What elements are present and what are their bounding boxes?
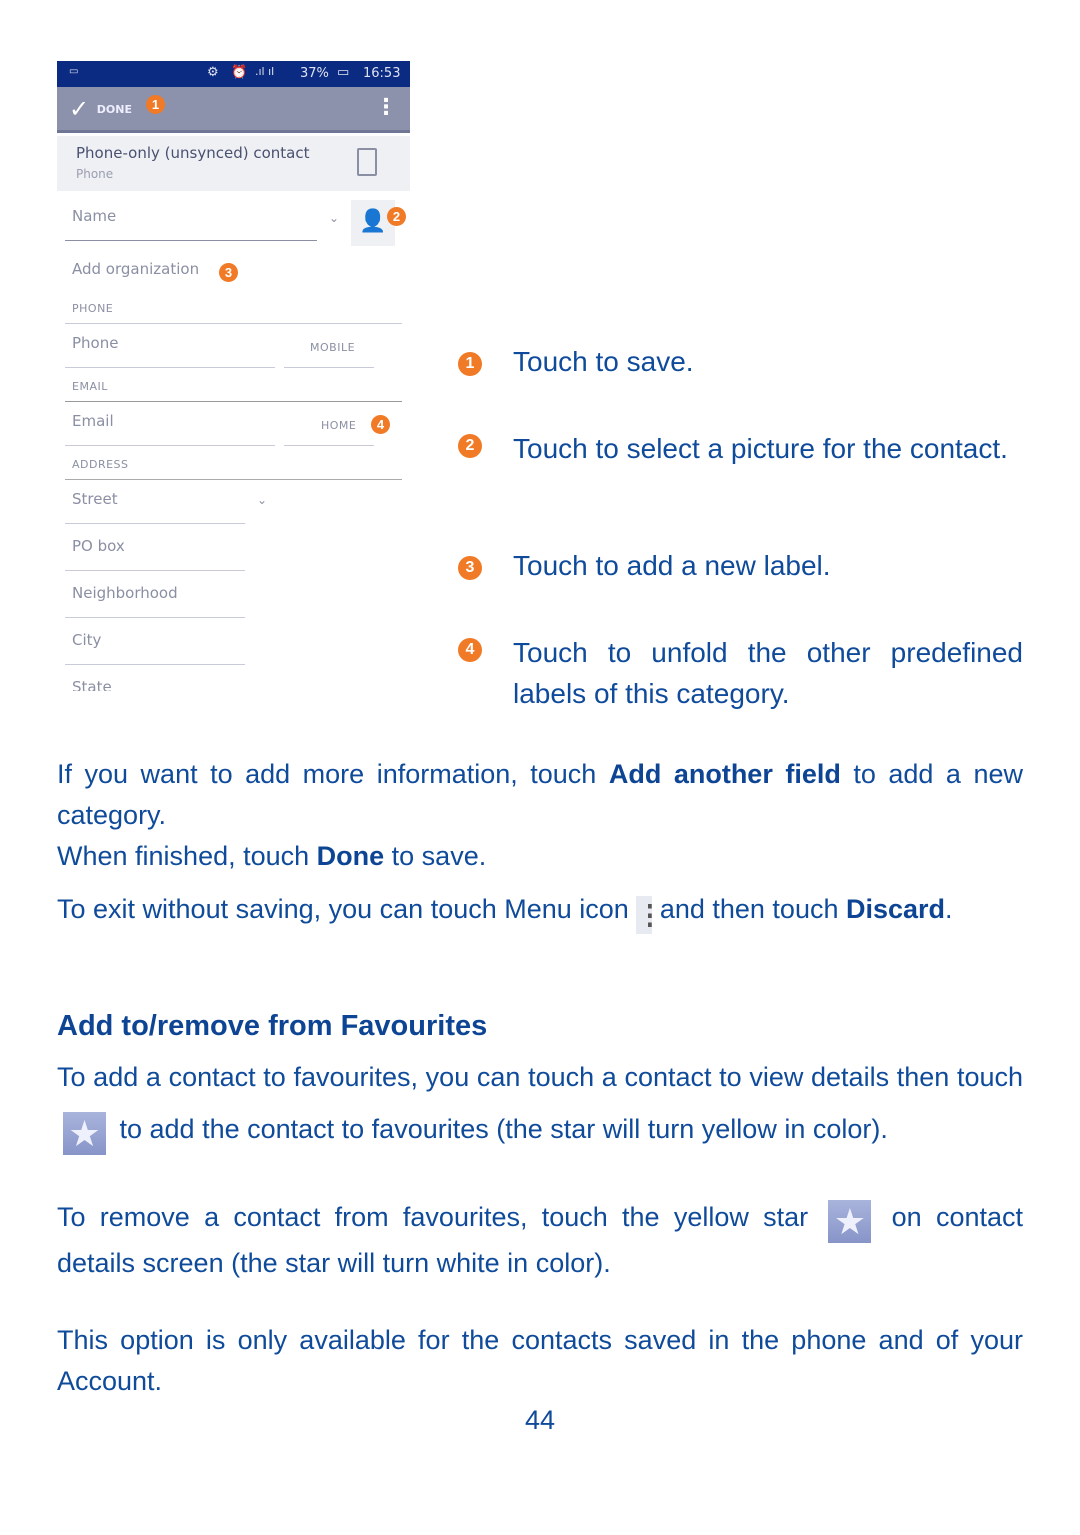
callout-2: Touch to select a picture for the contac…	[513, 433, 1008, 464]
page-number: 44	[524, 1405, 556, 1435]
section-phone: PHONE	[72, 302, 114, 315]
paragraph-add-favourite: To add a contact to favourites, you can …	[57, 1062, 1023, 1155]
paragraph-done: When finished, touch Done to save.	[57, 841, 487, 871]
account-row[interactable]: Phone-only (unsynced) contact Phone	[57, 136, 410, 191]
callout-number-4: 4	[458, 638, 482, 662]
section-address: ADDRESS	[72, 458, 129, 471]
state-input[interactable]: State	[72, 678, 112, 691]
account-subtitle: Phone	[76, 167, 114, 181]
badge-4: 4	[371, 415, 390, 434]
phone-type-select[interactable]: MOBILE	[310, 341, 355, 354]
badge-1: 1	[146, 95, 165, 114]
name-input[interactable]: Name	[72, 207, 116, 225]
callout-number-1: 1	[458, 352, 482, 376]
star-icon: ★	[63, 1112, 106, 1155]
sync-icon: ⚙	[207, 65, 219, 80]
paragraph-discard: To exit without saving, you can touch Me…	[57, 889, 1023, 934]
city-input[interactable]: City	[72, 631, 101, 649]
phone-input[interactable]: Phone	[72, 334, 118, 352]
contact-photo-button[interactable]: 👤	[351, 200, 395, 246]
phone-device-icon	[357, 148, 377, 176]
section-email: EMAIL	[72, 380, 108, 393]
battery-icon: ▭	[337, 65, 350, 80]
paragraph-add-field: If you want to add more information, tou…	[57, 759, 1023, 830]
badge-3: 3	[219, 263, 238, 282]
callout-1: Touch to save.	[513, 346, 694, 377]
signal-icon: .ıl ıl	[255, 65, 275, 78]
account-title: Phone-only (unsynced) contact	[76, 144, 310, 162]
chevron-down-icon[interactable]: ⌄	[329, 211, 339, 225]
add-organization-link[interactable]: Add organization	[72, 260, 199, 278]
clock: 16:53	[363, 66, 401, 81]
callout-number-2: 2	[458, 434, 482, 458]
phone-screenshot: ▭ ⚙ ⏰ .ıl ıl 37% ▭ 16:53 ✓ DONE 1 ⋮ Phon…	[57, 61, 410, 691]
chevron-down-icon[interactable]: ⌄	[257, 493, 267, 507]
check-icon: ✓	[69, 95, 90, 123]
section-heading: Add to/remove from Favourites	[57, 1010, 488, 1042]
notification-icon: ▭	[69, 66, 79, 77]
star-icon: ★	[828, 1200, 872, 1243]
badge-2: 2	[387, 207, 406, 226]
email-input[interactable]: Email	[72, 412, 114, 430]
done-button[interactable]: ✓ DONE	[69, 95, 132, 123]
menu-icon[interactable]: ⋮	[375, 95, 397, 120]
alarm-icon: ⏰	[231, 65, 248, 80]
callout-4: Touch to unfold the other predefined lab…	[513, 637, 1023, 709]
paragraph-remove-favourite: To remove a contact from favourites, tou…	[57, 1200, 1023, 1278]
battery-percent: 37%	[300, 66, 329, 81]
toolbar: ✓ DONE 1 ⋮	[57, 87, 410, 133]
callout-3: Touch to add a new label.	[513, 550, 831, 581]
paragraph-note: This option is only available for the co…	[57, 1325, 1023, 1396]
menu-icon: ⋮	[636, 896, 663, 934]
street-input[interactable]: Street	[72, 490, 118, 508]
neighborhood-input[interactable]: Neighborhood	[72, 584, 178, 602]
callout-number-3: 3	[458, 556, 482, 580]
status-bar: ▭ ⚙ ⏰ .ıl ıl 37% ▭ 16:53	[57, 61, 410, 87]
po-box-input[interactable]: PO box	[72, 537, 125, 555]
person-icon: 👤	[359, 209, 387, 234]
email-type-select[interactable]: HOME	[321, 419, 356, 432]
